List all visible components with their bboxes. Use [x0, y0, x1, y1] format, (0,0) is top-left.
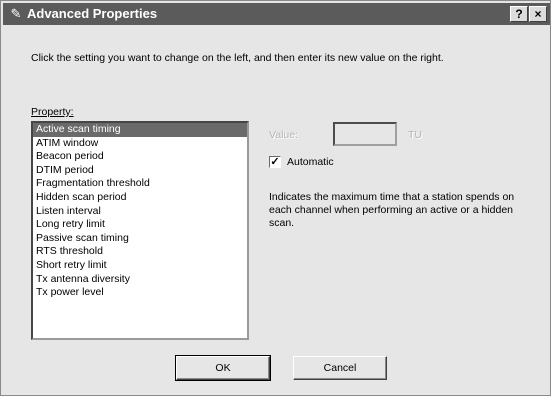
- property-list-item[interactable]: Listen interval: [33, 205, 247, 219]
- value-field[interactable]: [333, 122, 397, 146]
- property-list-item[interactable]: Long retry limit: [33, 218, 247, 232]
- checkmark-icon: ✓: [270, 156, 280, 168]
- advanced-properties-dialog: ✎ Advanced Properties ? × Click the sett…: [0, 0, 551, 396]
- property-list-item[interactable]: Beacon period: [33, 150, 247, 164]
- wrench-icon: ✎: [10, 6, 22, 21]
- value-label: Value:: [269, 129, 298, 141]
- property-label: Property:: [31, 106, 74, 118]
- property-list-item[interactable]: DTIM period: [33, 164, 247, 178]
- property-list-item[interactable]: Passive scan timing: [33, 232, 247, 246]
- property-list-item[interactable]: Tx power level: [33, 286, 247, 300]
- setting-description: Indicates the maximum time that a statio…: [269, 191, 515, 229]
- window-title: Advanced Properties: [27, 6, 158, 21]
- property-list-item[interactable]: RTS threshold: [33, 245, 247, 259]
- property-list[interactable]: Active scan timing ATIM window Beacon peri…: [31, 121, 249, 340]
- cancel-button[interactable]: Cancel: [293, 356, 387, 380]
- automatic-label[interactable]: Automatic: [287, 156, 334, 169]
- title-bar[interactable]: ✎ Advanced Properties ? ×: [3, 3, 550, 25]
- property-list-item[interactable]: Tx antenna diversity: [33, 273, 247, 287]
- property-list-item[interactable]: Fragmentation threshold: [33, 177, 247, 191]
- property-list-item[interactable]: Short retry limit: [33, 259, 247, 273]
- property-list-item[interactable]: Hidden scan period: [33, 191, 247, 205]
- property-list-item[interactable]: Active scan timing: [33, 123, 247, 137]
- help-button[interactable]: ?: [510, 6, 528, 22]
- unit-label: TU: [408, 129, 422, 141]
- property-list-item[interactable]: ATIM window: [33, 137, 247, 151]
- instructions-text: Click the setting you want to change on …: [31, 52, 444, 64]
- automatic-checkbox[interactable]: ✓: [269, 156, 281, 168]
- close-button[interactable]: ×: [529, 6, 547, 22]
- ok-button[interactable]: OK: [175, 355, 271, 381]
